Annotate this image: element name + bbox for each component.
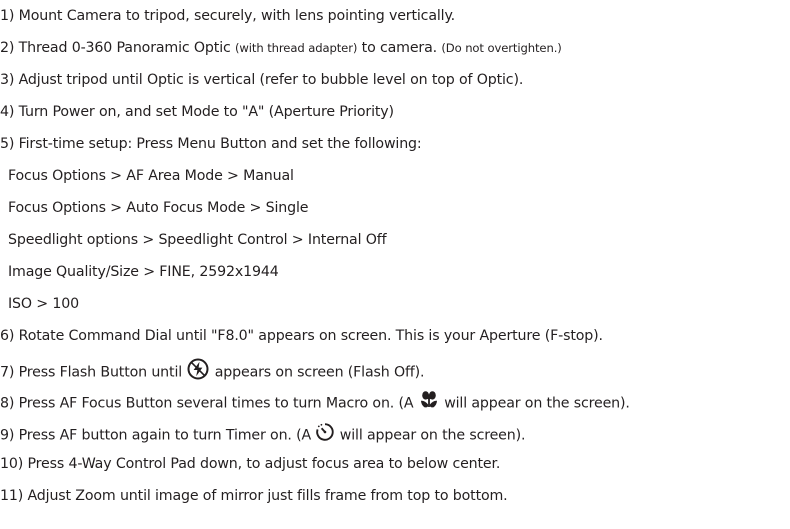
step-6: 6) Rotate Command Dial until "F8.0" appe… [0,328,603,344]
setup-item-af-area: Focus Options > AF Area Mode > Manual [8,168,294,184]
step-9: 9) Press AF button again to turn Timer o… [0,423,525,448]
step-8: 8) Press AF Focus Button several times t… [0,391,630,416]
step-5: 5) First-time setup: Press Menu Button a… [0,136,422,152]
setup-item-speedlight: Speedlight options > Speedlight Control … [8,232,387,248]
step-4: 4) Turn Power on, and set Mode to "A" (A… [0,104,394,120]
self-timer-icon [315,422,335,447]
macro-flower-icon [418,390,440,415]
step-1: 1) Mount Camera to tripod, securely, wit… [0,8,456,24]
setup-item-iso: ISO > 100 [8,296,79,312]
setup-item-image-quality: Image Quality/Size > FINE, 2592x1944 [8,264,279,280]
step-10: 10) Press 4-Way Control Pad down, to adj… [0,456,501,472]
step-11: 11) Adjust Zoom until image of mirror ju… [0,488,508,504]
flash-off-icon [186,358,210,385]
instruction-document: 1) Mount Camera to tripod, securely, wit… [0,0,790,529]
step-3: 3) Adjust tripod until Optic is vertical… [0,72,524,88]
step-7: 7) Press Flash Button until appears on s… [0,358,425,386]
setup-item-auto-focus: Focus Options > Auto Focus Mode > Single [8,200,309,216]
step-2: 2) Thread 0-360 Panoramic Optic (with th… [0,40,562,56]
